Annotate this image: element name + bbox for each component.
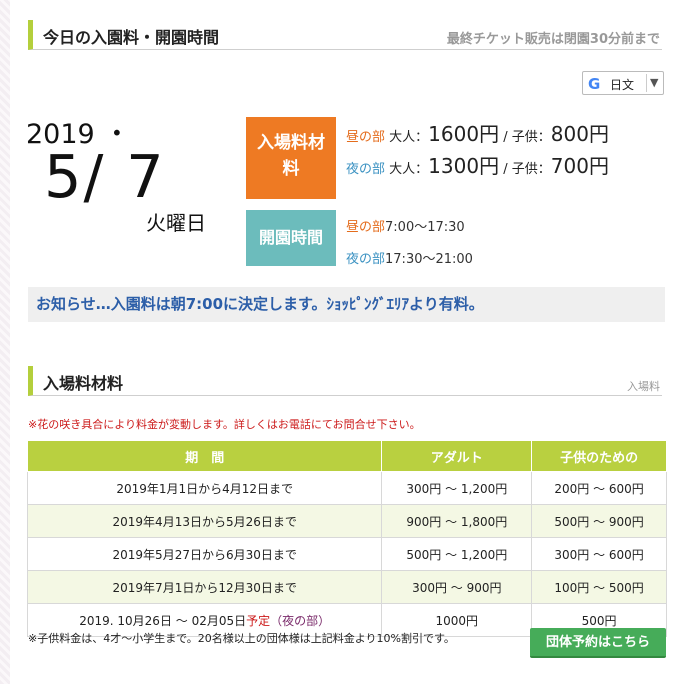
decorative-edge (0, 0, 10, 684)
night-note: （夜の部） (270, 613, 331, 628)
today-section-header: 今日の入園料・開園時間 最終チケット販売は閉園30分前まで (28, 20, 662, 50)
table-header-row: 期 間 アダルト 子供のための (26, 440, 667, 472)
table-row: 2019年1月1日から4月12日まで 300円 ～ 1,200円 200円 ～ … (26, 471, 667, 505)
date-weekday: 火曜日 (146, 211, 206, 235)
fee-box: 入場料材料 (246, 117, 336, 199)
night-hours-line: 夜の部17:30～21:00 (346, 252, 473, 267)
fees-section-title: 入場料材料 (43, 374, 124, 393)
footnote: ※子供料金は、4才～小学生まで。20名様以上の団体様は上記料金より10%割引です… (28, 632, 455, 645)
translate-divider (646, 74, 647, 92)
price-table: 期 間 アダルト 子供のための 2019年1月1日から4月12日まで 300円 … (26, 440, 667, 637)
price-warning: ※花の咲き具合により料金が変動します。詳しくはお電話にてお問合せ下さい。 (28, 418, 421, 431)
night-hours: 17:30～21:00 (385, 252, 473, 267)
night-child-fee: 700円 (550, 154, 609, 178)
hours-box: 開園時間 (246, 210, 336, 266)
translate-language: 日文 (610, 78, 635, 92)
notice-banner: お知らせ…入園料は朝7:00に決定します。ｼｮｯﾋﾟﾝｸﾞｴﾘｱより有料。 (28, 287, 665, 322)
table-row: 2019年4月13日から5月26日まで 900円 ～ 1,800円 500円 ～… (26, 504, 667, 538)
google-icon: G (588, 75, 601, 93)
google-translate-select[interactable]: G 日文 ▼ (582, 71, 664, 95)
fees-section-header: 入場料材料 入場料 (28, 366, 662, 396)
planned-tag: 予定 (246, 613, 271, 628)
date-month-day: 5/ 7 (44, 142, 166, 211)
today-section-title: 今日の入園料・開園時間 (43, 28, 220, 47)
header-adult: アダルト (381, 440, 533, 472)
header-period: 期 間 (26, 440, 383, 472)
day-hours: 7:00～17:30 (385, 220, 465, 235)
night-fee-line: 夜の部 大人：1300円 / 子供：700円 (346, 154, 609, 178)
header-child: 子供のための (531, 440, 667, 472)
table-row: 2019年5月27日から6月30日まで 500円 ～ 1,200円 300円 ～… (26, 537, 667, 571)
day-child-fee: 800円 (550, 122, 609, 146)
table-row: 2019年7月1日から12月30日まで 300円 ～ 900円 100円 ～ 5… (26, 570, 667, 604)
last-ticket-note: 最終チケット販売は閉園30分前まで (446, 32, 660, 47)
day-fee-line: 昼の部 大人：1600円 / 子供：800円 (346, 122, 609, 146)
group-reservation-button[interactable]: 団体予約はこちら (530, 628, 666, 658)
night-adult-fee: 1300円 (428, 154, 500, 178)
chevron-down-icon: ▼ (650, 76, 659, 89)
day-adult-fee: 1600円 (428, 122, 500, 146)
fees-section-subtitle: 入場料 (627, 380, 660, 393)
day-hours-line: 昼の部7:00～17:30 (346, 220, 465, 235)
